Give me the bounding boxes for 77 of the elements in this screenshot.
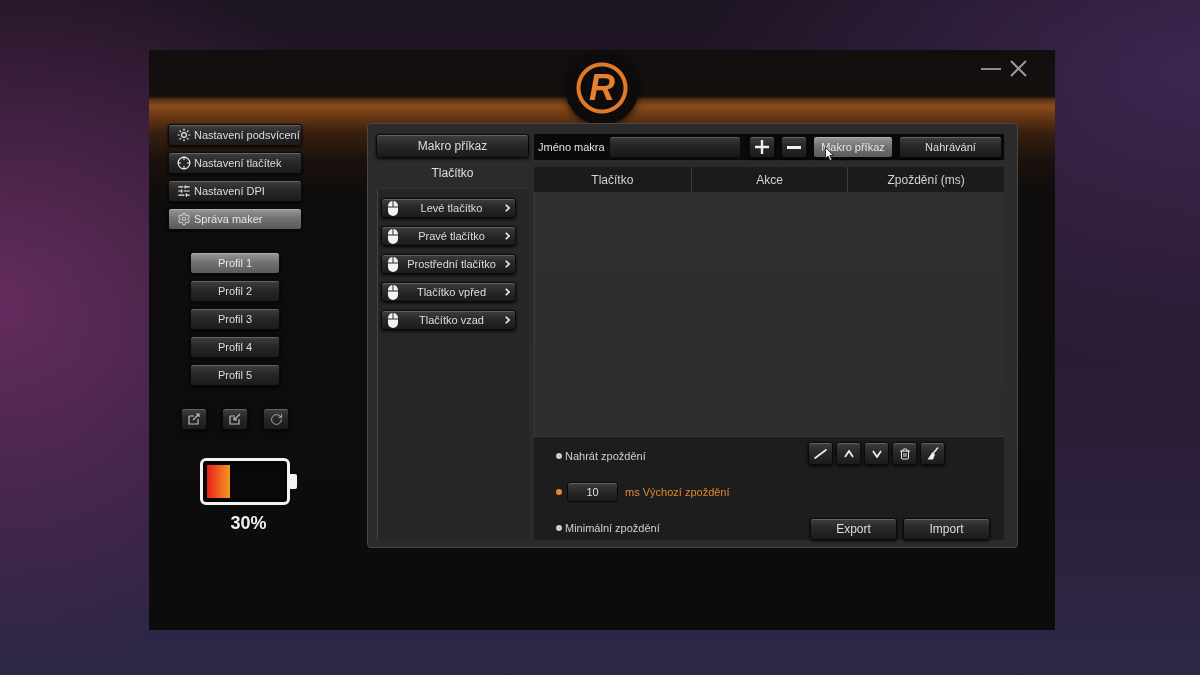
chevron-right-icon <box>505 204 510 212</box>
mode-tab[interactable]: Makro příkaz <box>813 136 893 158</box>
sun-icon <box>177 128 191 142</box>
mouse-button-item[interactable]: Pravé tlačítko <box>381 226 516 246</box>
gear-icon <box>177 212 191 226</box>
column-header: Tlačítko <box>590 171 635 189</box>
mouse-button-item[interactable]: Tlačítko vpřed <box>381 282 516 302</box>
radio-dot-icon[interactable] <box>556 525 562 531</box>
menu-label: Nastavení podsvícení <box>194 129 300 141</box>
menu-label: Nastavení tlačítek <box>194 157 282 169</box>
profile-button[interactable]: Profil 1 <box>190 252 280 274</box>
edit-button[interactable] <box>808 442 833 465</box>
mouse-icon <box>388 200 398 216</box>
plus-icon <box>755 140 769 154</box>
tool-button[interactable] <box>222 408 248 430</box>
mouse-icon <box>388 284 398 300</box>
chevron-up-icon <box>843 449 854 458</box>
option-label: Minimální zpoždění <box>565 522 660 534</box>
chevron-right-icon <box>505 316 510 324</box>
minimize-icon[interactable] <box>981 67 1001 70</box>
profile-button[interactable]: Profil 4 <box>190 336 280 358</box>
action-button[interactable]: Import <box>903 518 990 540</box>
minus-icon <box>787 145 801 149</box>
list-heading: Tlačítko <box>430 165 475 182</box>
item-label: Tlačítko vzad <box>418 314 485 326</box>
item-label: Prostřední tlačítko <box>406 258 497 270</box>
crosshair-icon <box>177 156 191 170</box>
macro-name-field[interactable] <box>609 136 741 158</box>
move-down-button[interactable] <box>864 442 889 465</box>
chevron-right-icon <box>505 288 510 296</box>
macro-command-button[interactable]: Makro příkaz <box>376 134 529 158</box>
item-label: Pravé tlačítko <box>417 230 486 242</box>
option-label: ms Výchozí zpoždění <box>625 486 730 498</box>
mode-tab[interactable]: Nahrávání <box>899 136 1002 158</box>
chevron-down-icon <box>871 449 882 458</box>
mouse-icon <box>388 256 398 272</box>
macro-name-label: Jméno makra <box>538 141 606 153</box>
mouse-button-item[interactable]: Prostřední tlačítko <box>381 254 516 274</box>
option-label: Nahrát zpoždění <box>565 450 646 462</box>
delay-input-field[interactable]: 10 <box>567 482 618 502</box>
profile-button[interactable]: Profil 3 <box>190 308 280 330</box>
item-label: Levé tlačítko <box>419 202 484 214</box>
tool-button[interactable] <box>181 408 207 430</box>
box-arrow-icon <box>188 413 200 425</box>
clear-button[interactable] <box>920 442 945 465</box>
radio-dot-icon[interactable] <box>556 453 562 459</box>
sidebar-menu-item[interactable]: Nastavení DPI <box>168 180 302 202</box>
profile-button[interactable]: Profil 5 <box>190 364 280 386</box>
sidebar-menu-item[interactable]: Správa maker <box>168 208 302 230</box>
mouse-icon <box>388 228 398 244</box>
menu-label: Správa maker <box>194 213 263 225</box>
profile-button[interactable]: Profil 2 <box>190 280 280 302</box>
logo: R <box>565 51 639 125</box>
trash-icon <box>898 447 911 460</box>
tool-button[interactable] <box>263 408 289 430</box>
refresh-icon <box>269 412 283 426</box>
radio-dot-icon[interactable] <box>556 489 562 495</box>
sidebar-menu-item[interactable]: Nastavení tlačítek <box>168 152 302 174</box>
item-label: Tlačítko vpřed <box>415 286 488 298</box>
action-button[interactable]: Export <box>810 518 897 540</box>
sliders-icon <box>177 184 191 198</box>
box-arrow-icon <box>229 413 241 425</box>
remove-button[interactable] <box>781 136 807 158</box>
pen-line-icon <box>814 448 827 459</box>
mouse-button-item[interactable]: Levé tlačítko <box>381 198 516 218</box>
mouse-button-item[interactable]: Tlačítko vzad <box>381 310 516 330</box>
menu-label: Nastavení DPI <box>194 185 265 197</box>
move-up-button[interactable] <box>836 442 861 465</box>
sidebar-menu-item[interactable]: Nastavení podsvícení <box>168 124 302 146</box>
chevron-right-icon <box>505 232 510 240</box>
chevron-right-icon <box>505 260 510 268</box>
mouse-icon <box>388 312 398 328</box>
battery-percentage: 30% <box>230 513 267 534</box>
broom-icon <box>926 447 939 460</box>
delete-button[interactable] <box>892 442 917 465</box>
add-button[interactable] <box>749 136 775 158</box>
close-icon[interactable] <box>1010 60 1027 77</box>
